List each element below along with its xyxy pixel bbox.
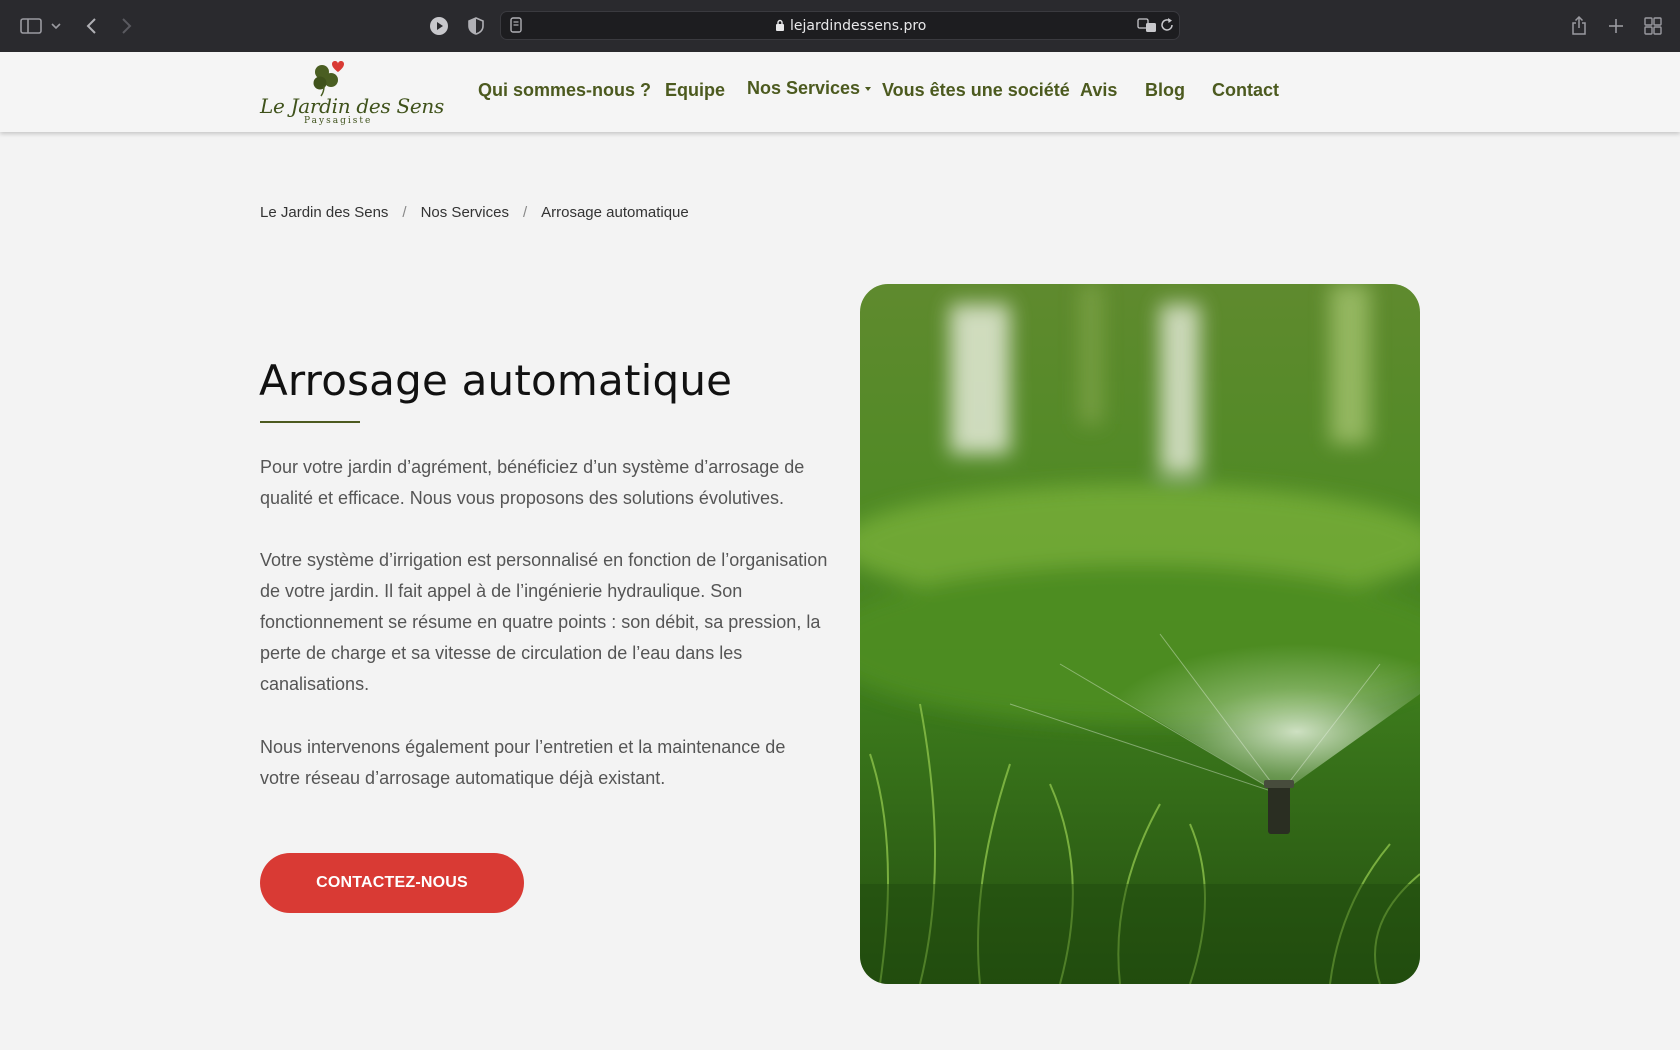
maintenance-paragraph: Nous intervenons également pour l’entret… [260, 737, 786, 788]
page-title: Arrosage automatique [259, 356, 733, 405]
nav-qui-sommes-nous[interactable]: Qui sommes-nous ? [478, 80, 651, 101]
new-tab-icon[interactable] [1605, 12, 1627, 40]
url-text: lejardindessens.pro [790, 18, 927, 34]
site-logo[interactable]: Le Jardin des Sens Paysagiste [258, 58, 444, 126]
nav-vous-etes-une-societe[interactable]: Vous êtes une société [882, 80, 1070, 101]
nav-contact[interactable]: Contact [1212, 80, 1279, 101]
contact-button[interactable]: CONTACTEZ-NOUS [260, 853, 524, 913]
intro-paragraph: Pour votre jardin d’agrément, bénéficiez… [260, 457, 805, 508]
sprinkler-image [860, 284, 1420, 984]
shield-icon[interactable] [466, 12, 486, 40]
reload-icon[interactable] [1159, 17, 1175, 38]
breadcrumb-separator: / [522, 204, 528, 221]
breadcrumb: Le Jardin des Sens / Nos Services / Arro… [260, 204, 689, 221]
dropdown-caret-icon [865, 87, 872, 92]
browser-toolbar: lejardindessens.pro [0, 0, 1680, 52]
logo-tagline: Paysagiste [304, 116, 373, 126]
tab-overview-icon[interactable] [1642, 12, 1664, 40]
forward-icon[interactable] [116, 12, 138, 40]
lock-icon [775, 19, 785, 37]
site-header: Le Jardin des Sens Paysagiste Qui sommes… [0, 52, 1680, 132]
address-bar[interactable]: lejardindessens.pro [500, 11, 1180, 40]
logo-name: Le Jardin des Sens [260, 94, 444, 118]
breadcrumb-separator: / [402, 204, 407, 221]
clover-icon [313, 61, 344, 97]
nav-blog[interactable]: Blog [1145, 80, 1185, 101]
nav-equipe[interactable]: Equipe [665, 80, 725, 101]
share-icon[interactable] [1568, 12, 1590, 40]
title-underline [260, 421, 360, 423]
sidebar-toggle-icon[interactable] [18, 12, 44, 40]
play-icon[interactable] [428, 12, 450, 40]
back-icon[interactable] [80, 12, 102, 40]
irrigation-paragraph: Votre système d’irrigation est personnal… [260, 550, 828, 694]
breadcrumb-current: Arrosage automatique [541, 204, 689, 221]
nav-avis[interactable]: Avis [1080, 80, 1117, 101]
breadcrumb-nos-services[interactable]: Nos Services [421, 204, 509, 221]
reader-icon[interactable] [509, 17, 523, 38]
breadcrumb-home[interactable]: Le Jardin des Sens [260, 204, 388, 221]
chevron-down-icon[interactable] [48, 12, 64, 40]
translate-icon[interactable] [1137, 17, 1157, 38]
nav-nos-services-label: Nos Services [747, 78, 861, 98]
nav-nos-services[interactable]: Nos Services [747, 78, 872, 99]
